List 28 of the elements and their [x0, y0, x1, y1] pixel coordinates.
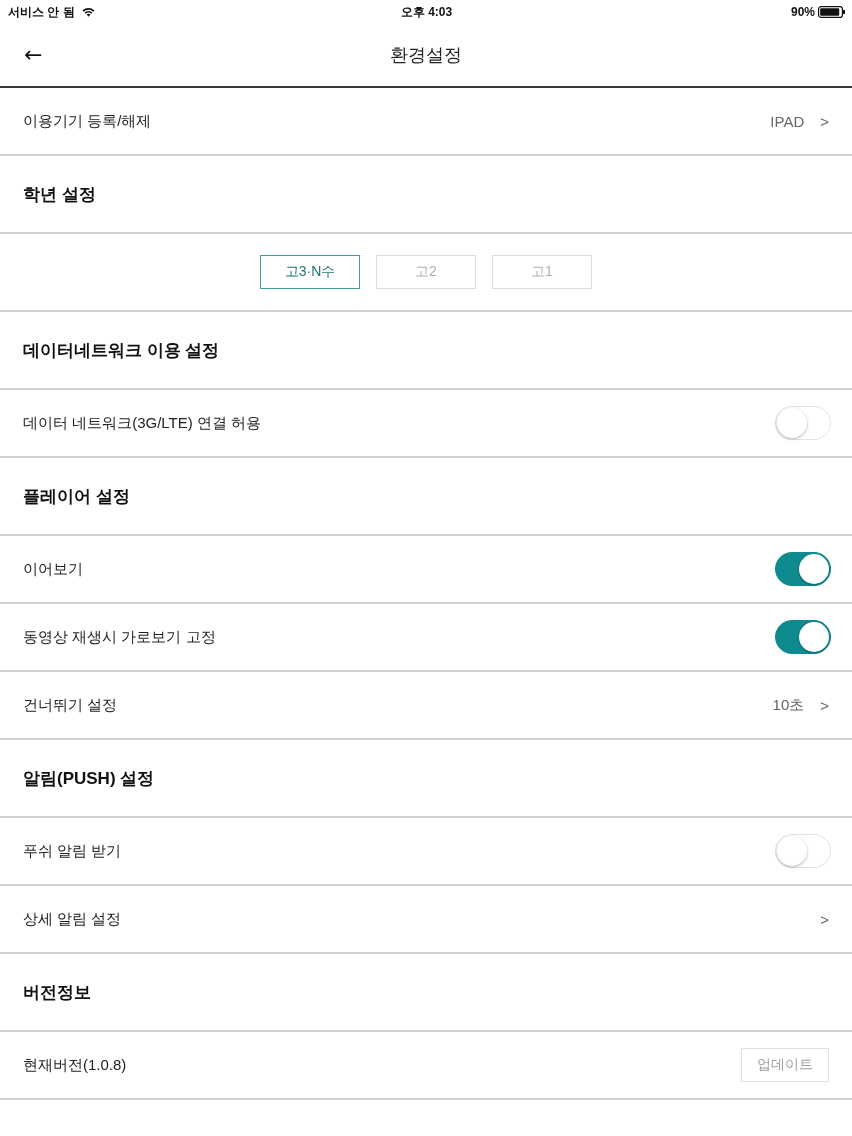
setting-label: 이용기기 등록/해제 [23, 111, 152, 131]
toggle-switch[interactable] [775, 552, 831, 586]
battery-percent: 90% [790, 5, 815, 19]
status-time: 오후 4:03 [400, 3, 453, 21]
setting-value: 10초 [772, 695, 805, 715]
carrier-label: 서비스 안 됨 [8, 3, 75, 21]
setting-value: IPAD [770, 112, 805, 130]
wifi-icon [81, 7, 95, 17]
section-heading: 학년 설정 [23, 183, 96, 206]
setting-label: 동영상 재생시 가로보기 고정 [23, 627, 216, 647]
version-label: 현재버전(1.0.8) [23, 1055, 127, 1075]
battery-icon [818, 6, 845, 18]
section-heading: 데이터네트워크 이용 설정 [23, 339, 220, 362]
setting-label: 이어보기 [23, 559, 83, 579]
setting-label: 상세 알림 설정 [23, 909, 122, 929]
section-heading: 플레이어 설정 [23, 485, 130, 508]
setting-label: 푸쉬 알림 받기 [23, 841, 122, 861]
section-heading: 버전정보 [23, 981, 91, 1004]
section-heading: 알림(PUSH) 설정 [23, 767, 155, 790]
setting-label: 건너뛰기 설정 [23, 695, 118, 715]
toggle-switch[interactable] [775, 620, 831, 654]
page-title: 환경설정 [390, 44, 462, 67]
chevron-link[interactable]: > [820, 696, 831, 714]
chevron-link[interactable]: > [820, 112, 831, 130]
grade-option-button[interactable]: 고3·N수 [260, 255, 360, 289]
back-button[interactable]: ← [22, 44, 45, 66]
setting-label: 데이터 네트워크(3G/LTE) 연결 허용 [23, 413, 262, 433]
chevron-link[interactable]: > [820, 910, 831, 928]
